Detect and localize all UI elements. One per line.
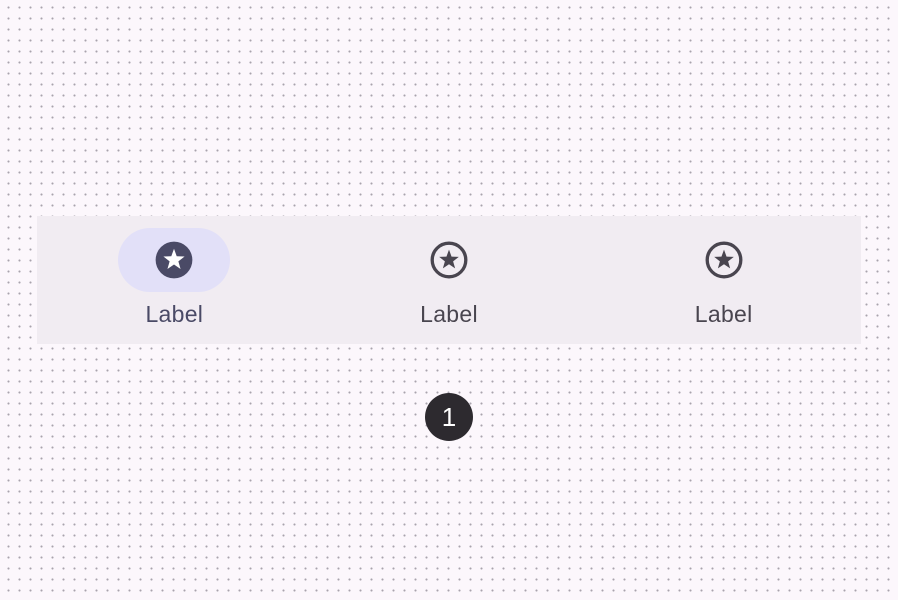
nav-item-label: Label [420, 301, 478, 327]
nav-item-label: Label [694, 301, 753, 327]
star-circle-outline-icon [705, 241, 743, 279]
step-number-badge: 1 [425, 393, 473, 441]
nav-item-2[interactable]: Label [312, 216, 587, 344]
nav-item-3[interactable]: Label [586, 216, 861, 344]
indicator-slot [668, 228, 780, 292]
star-circle-filled-icon [155, 241, 193, 279]
indicator-slot [393, 228, 505, 292]
active-indicator [118, 228, 231, 292]
nav-item-label: Label [145, 301, 204, 327]
star-circle-outline-icon [430, 241, 468, 279]
nav-item-1[interactable]: Label [37, 216, 312, 344]
navigation-bar: Label Label Label [37, 216, 861, 344]
